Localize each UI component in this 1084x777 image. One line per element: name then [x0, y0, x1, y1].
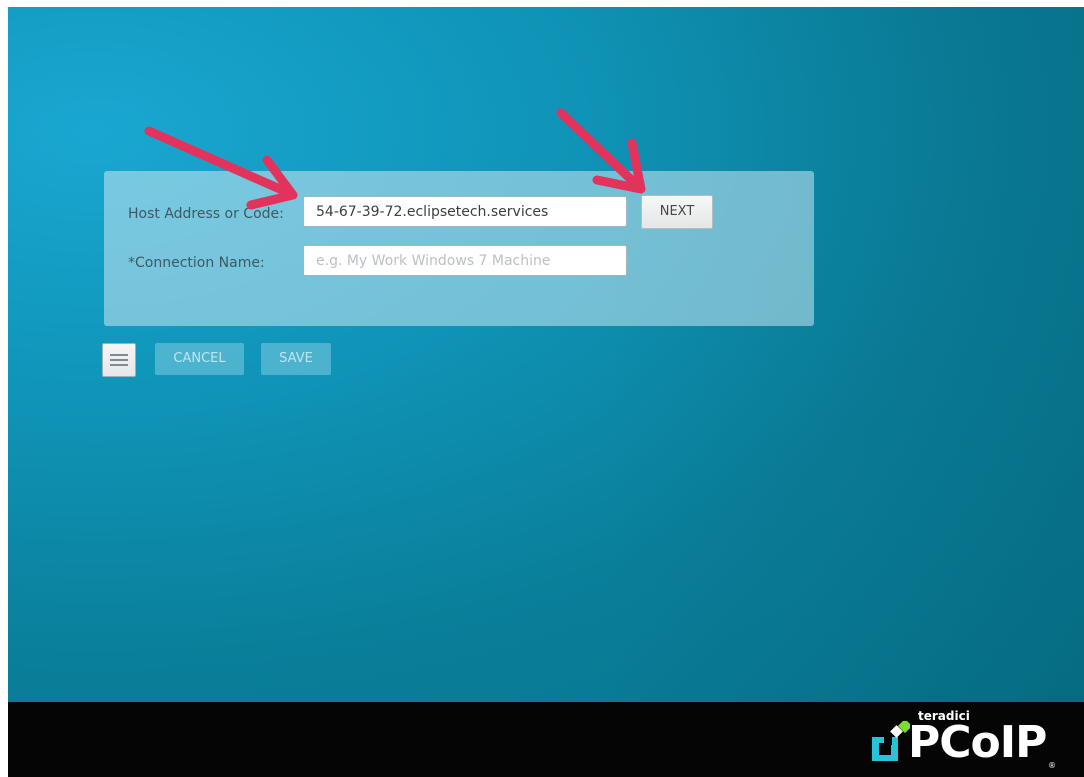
host-address-label: Host Address or Code:	[128, 206, 284, 222]
teradici-logo-icon	[872, 721, 910, 761]
logo-product-text: PCoIP	[908, 717, 1047, 768]
menu-button[interactable]	[102, 343, 136, 377]
registered-mark: ®	[1048, 761, 1056, 770]
connection-form-panel: Host Address or Code: NEXT *Connection N…	[104, 171, 814, 326]
next-button[interactable]: NEXT	[641, 195, 713, 229]
cancel-button[interactable]: CANCEL	[155, 343, 244, 375]
connection-name-input[interactable]	[303, 245, 627, 276]
host-address-input[interactable]	[303, 196, 627, 227]
connection-name-label: *Connection Name:	[128, 255, 265, 271]
pcoip-logo: teradici PCoIP ®	[870, 709, 1060, 775]
save-button[interactable]: SAVE	[261, 343, 331, 375]
